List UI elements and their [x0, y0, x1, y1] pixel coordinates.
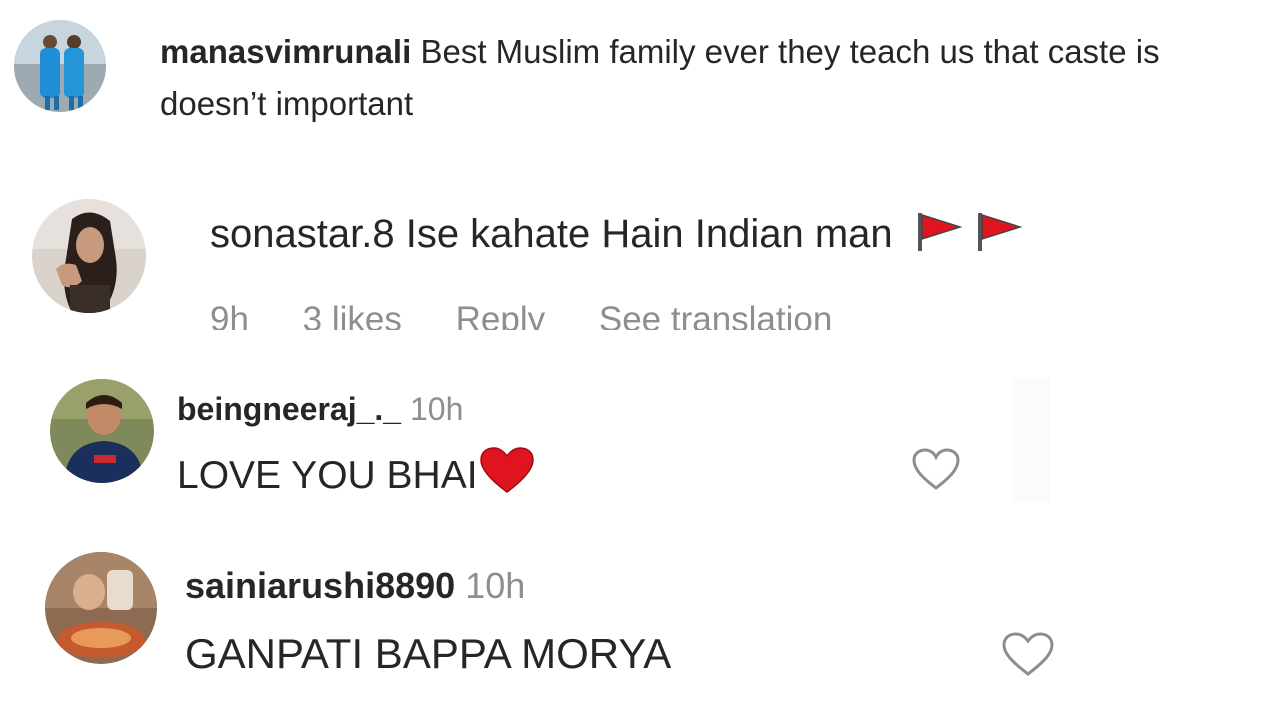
comment-body: LOVE YOU BHAI	[177, 454, 478, 497]
username[interactable]: sonastar.8	[210, 212, 395, 256]
username[interactable]: sainiarushi8890	[185, 565, 455, 606]
red-heart-icon	[479, 447, 534, 493]
comment-text: manasvimrunali Best Muslim family ever t…	[160, 26, 1250, 130]
username[interactable]: manasvimrunali	[160, 33, 411, 70]
timestamp: 10h	[409, 391, 464, 427]
comment-body: GANPATI BAPPA MORYA	[185, 630, 672, 677]
likes-count[interactable]: 3 likes	[303, 300, 402, 330]
reply-button[interactable]: Reply	[456, 300, 545, 330]
comment-text: LOVE YOU BHAI	[177, 446, 536, 501]
avatar[interactable]	[50, 379, 154, 483]
comment-text: GANPATI BAPPA MORYA	[185, 628, 671, 680]
side-panel	[1012, 378, 1050, 502]
comment-header: beingneeraj_._ 10h	[177, 388, 463, 430]
username[interactable]: beingneeraj_._	[177, 391, 401, 427]
red-flag-icon	[917, 213, 1023, 251]
avatar[interactable]	[45, 552, 157, 664]
timestamp: 9h	[210, 300, 249, 330]
red-flag-emojis	[912, 209, 1034, 266]
like-heart-icon[interactable]	[910, 446, 962, 494]
see-translation-link[interactable]: See translation	[599, 300, 832, 330]
avatar[interactable]	[14, 20, 106, 112]
comment-body: Ise kahate Hain Indian man	[405, 212, 893, 256]
comment-text: sonastar.8 Ise kahate Hain Indian man	[210, 208, 1034, 266]
timestamp: 10h	[465, 565, 526, 606]
like-heart-icon[interactable]	[1000, 630, 1056, 680]
comment-header: sainiarushi8890 10h	[185, 564, 525, 608]
avatar[interactable]	[32, 199, 146, 313]
comment-meta: 9h 3 likes Reply See translation	[210, 296, 930, 330]
